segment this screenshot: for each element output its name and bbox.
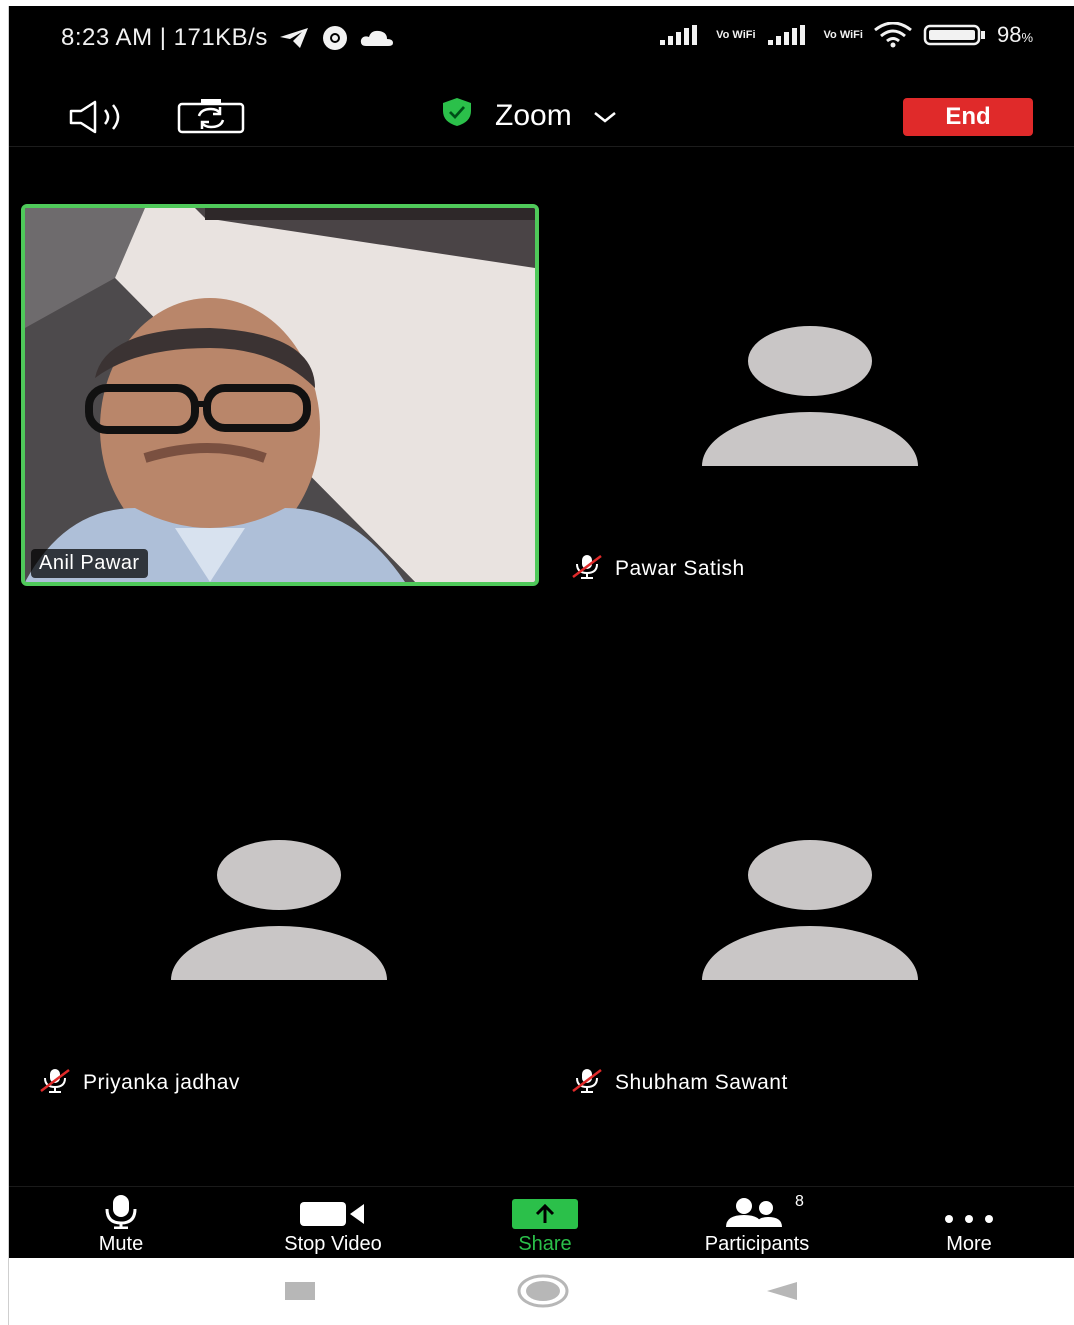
microphone-icon — [31, 1193, 211, 1229]
phone-screen: 8:23 AM | 171KB/s Vo WiFi Vo WiFi 98% Zo… — [8, 6, 1074, 1325]
stop-video-label: Stop Video — [284, 1233, 382, 1255]
participants-label: Participants — [704, 1233, 810, 1255]
share-label: Share — [518, 1233, 572, 1255]
mic-muted-icon — [569, 1067, 605, 1099]
mute-button[interactable]: Mute — [31, 1193, 211, 1256]
avatar-body — [702, 926, 918, 980]
vowifi-label-2: Vo WiFi — [823, 28, 863, 41]
zoom-meeting-screen: 8:23 AM | 171KB/s Vo WiFi Vo WiFi 98% Zo… — [9, 6, 1074, 1258]
more-button[interactable]: More — [879, 1193, 1059, 1256]
status-right: Vo WiFi Vo WiFi 98% — [658, 22, 1033, 48]
participants-icon — [667, 1193, 847, 1229]
avatar-body — [171, 926, 387, 980]
avatar-head — [748, 326, 872, 396]
share-arrow-icon — [455, 1193, 635, 1229]
mic-muted-icon — [569, 553, 605, 585]
meeting-controls-bar: Mute Stop Video Share Participants 8 Mor… — [9, 1186, 1074, 1258]
chevron-down-icon — [592, 99, 618, 133]
participant-name: Pawar Satish — [615, 557, 745, 580]
share-button[interactable]: Share — [455, 1193, 635, 1256]
participant-label: Priyanka jadhav — [37, 1067, 240, 1099]
speaker-icon[interactable] — [67, 100, 137, 139]
participant-video-feed — [25, 208, 535, 582]
wifi-icon — [873, 22, 913, 48]
status-bar: 8:23 AM | 171KB/s Vo WiFi Vo WiFi 98% — [9, 6, 1074, 72]
participant-label: Shubham Sawant — [569, 1067, 788, 1099]
app-title: Zoom — [495, 99, 572, 132]
back-triangle-icon[interactable] — [765, 1278, 799, 1309]
vowifi-label: Vo WiFi — [716, 28, 756, 41]
cloud-icon — [360, 28, 394, 48]
more-dots-icon — [879, 1193, 1059, 1229]
participant-name: Shubham Sawant — [615, 1071, 788, 1094]
meeting-title-dropdown[interactable]: Zoom — [439, 96, 618, 136]
battery-icon — [923, 24, 987, 46]
system-navigation-bar — [9, 1258, 1074, 1325]
chrome-icon — [320, 25, 350, 51]
status-left: 8:23 AM | 171KB/s — [61, 24, 394, 52]
time-and-speed: 8:23 AM | 171KB/s — [61, 24, 268, 51]
mic-muted-icon — [37, 1067, 73, 1099]
meeting-toolbar: Zoom End — [9, 86, 1074, 146]
more-label: More — [946, 1233, 992, 1255]
camera-switch-icon[interactable] — [177, 98, 245, 139]
mute-label: Mute — [98, 1233, 144, 1255]
participant-name: Priyanka jadhav — [83, 1071, 240, 1094]
shield-check-icon — [439, 96, 475, 136]
participants-count-badge: 8 — [795, 1193, 804, 1210]
battery-level: 98% — [996, 22, 1033, 47]
avatar-head — [748, 840, 872, 910]
avatar-placeholder — [702, 840, 922, 980]
participant-label: Pawar Satish — [569, 553, 745, 585]
avatar-placeholder — [171, 840, 391, 980]
signal-icon-2 — [766, 24, 814, 46]
telegram-icon — [278, 26, 310, 50]
stop-video-button[interactable]: Stop Video — [243, 1193, 423, 1256]
participant-name-chip: Anil Pawar — [31, 549, 148, 578]
avatar-body — [702, 412, 918, 466]
home-circle-icon[interactable] — [517, 1274, 569, 1313]
video-camera-icon — [243, 1193, 423, 1229]
participant-tile-active-speaker[interactable]: Anil Pawar — [21, 204, 539, 586]
participants-button[interactable]: Participants 8 — [667, 1193, 847, 1256]
battery-unit: % — [1021, 30, 1033, 45]
toolbar-divider — [9, 146, 1074, 147]
end-meeting-button[interactable]: End — [903, 98, 1033, 136]
avatar-placeholder — [702, 326, 922, 466]
recents-square-icon[interactable] — [283, 1278, 317, 1309]
signal-icon — [658, 24, 706, 46]
avatar-head — [217, 840, 341, 910]
